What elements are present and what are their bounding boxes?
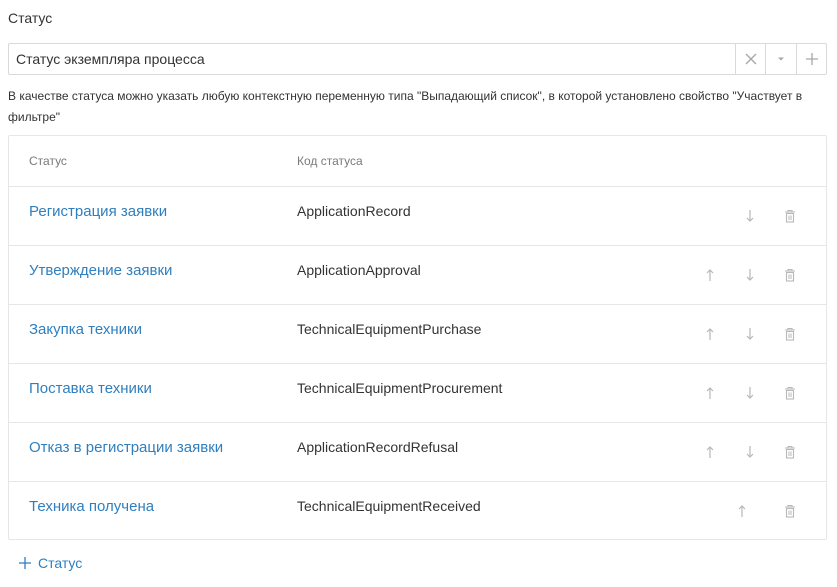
table-row: Техника получена TechnicalEquipmentReceiv… [9, 482, 826, 541]
status-name-link[interactable]: Техника получена [29, 498, 154, 515]
arrow-up-icon [738, 505, 746, 517]
arrow-up-icon [706, 446, 714, 458]
move-up-button[interactable] [700, 263, 720, 287]
trash-icon [785, 209, 795, 223]
status-name-link[interactable]: Закупка техники [29, 321, 142, 338]
plus-icon [805, 53, 818, 65]
dropdown-button[interactable] [765, 44, 796, 74]
table-row: Закупка техники TechnicalEquipmentPurchas… [9, 305, 826, 364]
add-status-button[interactable]: Статус [18, 555, 82, 571]
trash-icon [785, 268, 795, 282]
status-name-link[interactable]: Отказ в регистрации заявки [29, 439, 223, 456]
table-header: Статус Код статуса [9, 136, 826, 187]
column-header-status: Статус [29, 154, 67, 168]
add-status-label: Статус [38, 555, 83, 571]
status-code: ApplicationRecord [297, 203, 411, 219]
status-hint: В качестве статуса можно указать любую к… [8, 89, 803, 124]
move-up-button[interactable] [700, 381, 720, 405]
move-up-button[interactable] [700, 322, 720, 346]
column-header-code: Код статуса [297, 154, 363, 168]
status-name-link[interactable]: Поставка техники [29, 380, 152, 397]
delete-button[interactable] [780, 381, 800, 405]
arrow-down-icon [746, 210, 754, 222]
clear-button[interactable] [735, 44, 765, 74]
delete-button[interactable] [780, 440, 800, 464]
trash-icon [785, 504, 795, 518]
status-code: TechnicalEquipmentReceived [297, 498, 481, 514]
caret-down-icon [778, 57, 784, 61]
move-down-button[interactable] [740, 263, 760, 287]
plus-icon [18, 556, 32, 570]
status-code: TechnicalEquipmentPurchase [297, 321, 482, 337]
add-variable-button[interactable] [796, 44, 826, 74]
status-code: TechnicalEquipmentProcurement [297, 380, 503, 396]
arrow-down-icon [746, 446, 754, 458]
delete-button[interactable] [780, 499, 800, 523]
arrow-down-icon [746, 328, 754, 340]
status-code: ApplicationApproval [297, 262, 421, 278]
move-down-button[interactable] [740, 204, 760, 228]
table-row: Отказ в регистрации заявки ApplicationRec… [9, 423, 826, 482]
status-select[interactable]: Статус экземпляра процесса [8, 43, 827, 75]
status-section-label: Статус [8, 10, 53, 26]
trash-icon [785, 445, 795, 459]
arrow-up-icon [706, 269, 714, 281]
delete-button[interactable] [780, 204, 800, 228]
arrow-up-icon [706, 387, 714, 399]
move-down-button[interactable] [740, 322, 760, 346]
arrow-down-icon [746, 387, 754, 399]
move-down-button[interactable] [740, 440, 760, 464]
status-table: Статус Код статуса Регистрация заявки App… [8, 135, 827, 540]
table-row: Утверждение заявки ApplicationApproval [9, 246, 826, 305]
arrow-down-icon [746, 269, 754, 281]
status-code: ApplicationRecordRefusal [297, 439, 459, 455]
trash-icon [785, 386, 795, 400]
move-up-button[interactable] [732, 499, 752, 523]
table-body: Регистрация заявки ApplicationRecord Утвер… [9, 187, 826, 541]
status-name-link[interactable]: Утверждение заявки [29, 262, 172, 279]
close-icon [745, 53, 756, 65]
delete-button[interactable] [780, 322, 800, 346]
table-row: Поставка техники TechnicalEquipmentProcur… [9, 364, 826, 423]
status-name-link[interactable]: Регистрация заявки [29, 203, 167, 220]
table-row: Регистрация заявки ApplicationRecord [9, 187, 826, 246]
trash-icon [785, 327, 795, 341]
arrow-up-icon [706, 328, 714, 340]
move-down-button[interactable] [740, 381, 760, 405]
move-up-button[interactable] [700, 440, 720, 464]
delete-button[interactable] [780, 263, 800, 287]
status-select-value[interactable]: Статус экземпляра процесса [9, 44, 735, 74]
